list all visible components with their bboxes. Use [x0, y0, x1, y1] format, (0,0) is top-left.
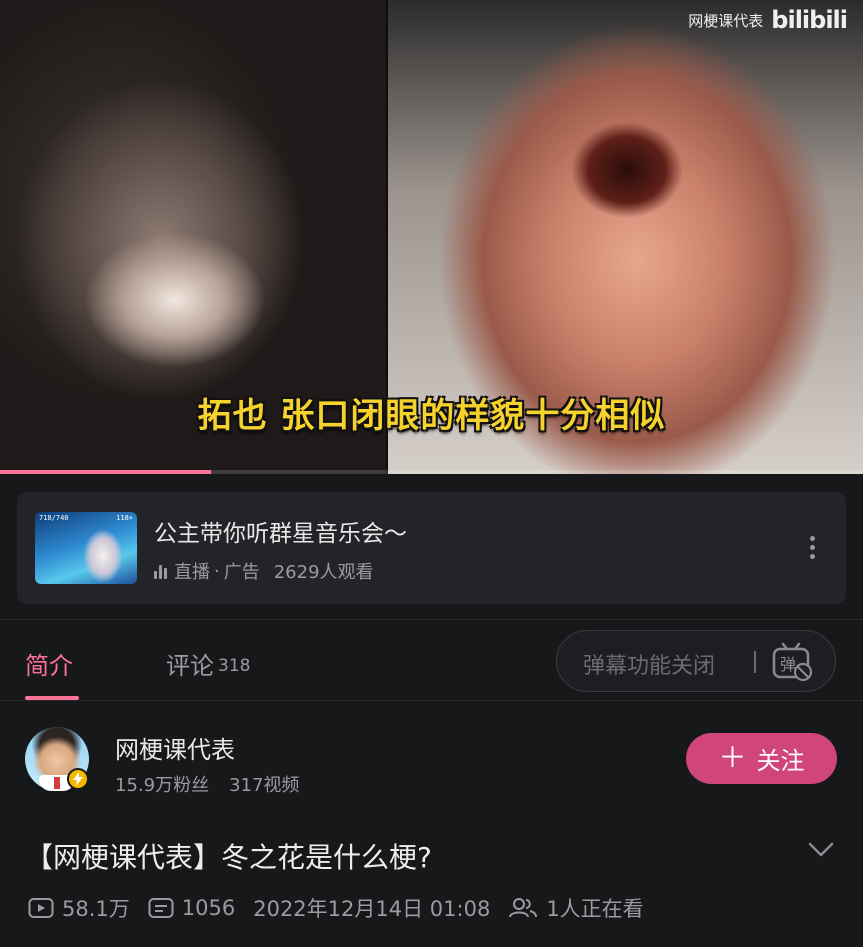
ad-title: 公主带你听群星音乐会～ [154, 521, 407, 547]
viewer-count: 2629人观看 [273, 562, 374, 583]
meta-separator: · [214, 560, 220, 582]
thumbnail-badge: 118+ [116, 514, 133, 522]
watermark: 网梗课代表 bilibili [688, 6, 848, 34]
video-meta: 58.1万 1056 2022年12月14日 01:08 1人正在看 [28, 893, 644, 923]
ad-label: 广告 [223, 562, 260, 583]
progress-fill [0, 470, 212, 474]
danmaku-count-icon [148, 897, 174, 919]
danmaku-input[interactable]: 弹幕功能关闭 弹 [556, 630, 836, 692]
follow-label: 关注 [756, 747, 805, 775]
video-count: 317视频 [229, 775, 300, 796]
tab-comments-label: 评论 [166, 652, 214, 680]
uploader-stats: 15.9万粉丝 317视频 [115, 771, 299, 797]
watermark-text: 网梗课代表 [688, 11, 764, 30]
divider [0, 619, 863, 620]
comments-count: 318 [218, 656, 251, 676]
video-subtitle: 拓也 张口闭眼的样貌十分相似 [197, 396, 666, 436]
progress-bar[interactable] [0, 470, 863, 474]
plus-icon: ＋ [718, 740, 747, 774]
live-label: 直播 [174, 562, 210, 583]
fans-count: 15.9万粉丝 [115, 775, 210, 796]
live-thumbnail: 718/740 118+ [35, 512, 137, 584]
chevron-down-icon[interactable] [807, 838, 835, 860]
tab-intro[interactable]: 简介 [25, 646, 73, 681]
watching-now: 1人正在看 [546, 897, 644, 921]
video-title: 【网梗课代表】冬之花是什么梗? [25, 841, 432, 874]
uploader-name[interactable]: 网梗课代表 [115, 730, 235, 765]
video-player[interactable]: 网梗课代表 bilibili 拓也 张口闭眼的样貌十分相似 [0, 0, 863, 474]
lightning-badge-icon [67, 768, 89, 790]
thumbnail-counter: 718/740 [39, 514, 69, 522]
follow-button[interactable]: ＋ 关注 [686, 733, 837, 784]
danmaku-off-icon[interactable]: 弹 [771, 641, 813, 683]
publish-time: 2022年12月14日 01:08 [253, 897, 491, 921]
ad-meta: 直播 · 广告 2629人观看 [154, 558, 374, 584]
bilibili-logo: bilibili [771, 6, 848, 34]
text-cursor [754, 651, 756, 673]
danmaku-count: 1056 [181, 896, 236, 920]
more-vertical-icon[interactable] [810, 536, 816, 559]
live-ad-card[interactable]: 718/740 118+ 公主带你听群星音乐会～ 直播 · 广告 2629人观看 [17, 492, 846, 604]
play-count-icon [28, 897, 54, 919]
people-icon [508, 897, 538, 919]
danmaku-placeholder: 弹幕功能关闭 [583, 654, 716, 679]
divider [0, 700, 863, 701]
danmaku-toggle-glyph: 弹 [780, 655, 796, 674]
live-bars-icon [154, 563, 167, 579]
tab-comments[interactable]: 评论 318 [166, 646, 250, 681]
view-count: 58.1万 [62, 897, 130, 921]
